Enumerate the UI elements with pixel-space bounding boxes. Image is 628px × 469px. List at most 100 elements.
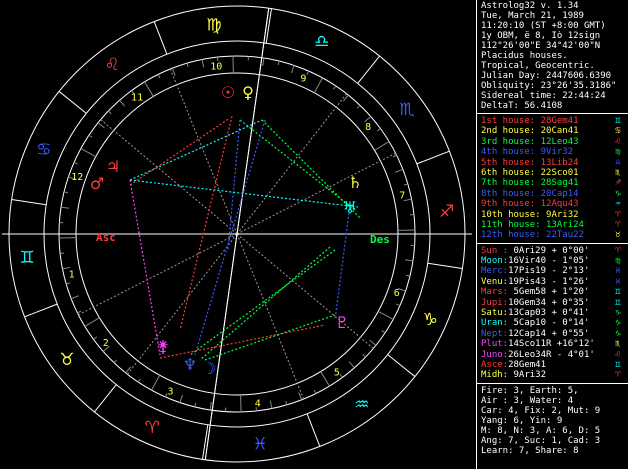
- planet-label: Nept:: [481, 328, 509, 339]
- sign-boundary: [427, 262, 463, 269]
- house-label: 6th house:: [481, 167, 536, 178]
- divider: [477, 242, 628, 244]
- sun-glyph: ☉: [221, 83, 235, 102]
- house-sign-icon: ♒: [615, 199, 621, 210]
- house-number: 3: [168, 386, 174, 397]
- aspect-line: [159, 324, 326, 359]
- degree-tick: [348, 361, 355, 369]
- house-number: 10: [210, 61, 222, 72]
- house-label: 1st house:: [481, 116, 536, 126]
- degree-tick: [262, 57, 265, 67]
- planet-sign-icon: ♍: [615, 256, 621, 267]
- house-cusp-value: 13Ari24: [546, 219, 584, 230]
- aspect-line: [239, 119, 356, 211]
- degree-tick: [342, 94, 349, 102]
- degree-tick: [97, 122, 105, 129]
- house-number: 4: [255, 399, 261, 410]
- planet-position: 16Vir40: [508, 256, 547, 267]
- degree-tick: [80, 148, 97, 158]
- uranus-glyph: ♅: [343, 198, 357, 217]
- degree-tick: [151, 374, 161, 391]
- sign-boundary: [202, 424, 209, 460]
- planet-row: Jupi:10Gem34 + 0°35' ♊: [481, 298, 628, 308]
- degree-tick: [362, 353, 367, 358]
- planet-latitude: - 4°01': [551, 349, 595, 360]
- planet-label: Satu:: [481, 308, 509, 319]
- zodiac-sign-icon: ♓: [253, 435, 268, 455]
- degree-tick: [381, 330, 386, 334]
- planet-position: 0Ari29: [508, 245, 547, 256]
- house-cusp-value: 22Sco01: [540, 167, 579, 178]
- house-sign-icon: ♌: [615, 136, 621, 147]
- house-row: 5th house: 13Lib24 ♎: [481, 158, 628, 168]
- house-list: 1st house: 28Gem41 ♊ 2nd house: 20Can41 ♋ 3r…: [481, 116, 628, 241]
- planet-label: Jupi:: [481, 297, 509, 308]
- planet-row: Juno:26Leo34R - 4°01' ♌: [481, 350, 628, 360]
- house-row: 1st house: 28Gem41 ♊: [481, 116, 628, 126]
- header-line: 1y ÖBM, ë 8, Iò 12sign: [481, 31, 601, 41]
- planet-sign-icon: ♏: [615, 339, 621, 350]
- degree-tick: [356, 104, 361, 109]
- header-line: Tue, March 21, 1989: [481, 11, 584, 21]
- planet-sign-icon: ♊: [615, 297, 621, 308]
- degree-tick: [84, 317, 100, 327]
- aspect-lines: [129, 115, 361, 361]
- degree-tick: [403, 183, 408, 186]
- house-row: 11th house: 13Ari24 ♈: [481, 220, 628, 230]
- zodiac-sign-icon: ♍: [206, 15, 221, 35]
- zodiac-sign-icon: ♌: [104, 55, 119, 75]
- planet-position: 13Cap03: [508, 308, 547, 319]
- degree-tick: [77, 310, 82, 314]
- sign-boundary: [11, 199, 47, 206]
- house-cusp-value: 28Gem41: [540, 116, 579, 126]
- house-number: 8: [365, 122, 371, 133]
- summary-line: Ang: 7, Suc: 1, Cad: 3: [481, 435, 601, 446]
- house-row: 7th house: 28Sag41 ♐: [481, 178, 628, 188]
- degree-tick: [395, 168, 404, 173]
- house-cusp-value: 20Can41: [540, 126, 579, 137]
- house-cusp-value: 9Vir32: [540, 147, 574, 158]
- house-row: 9th house: 12Aqu43 ♒: [481, 199, 628, 209]
- degree-tick: [374, 141, 390, 151]
- saturn-glyph: ♄: [348, 173, 362, 192]
- house-sign-icon: ♐: [615, 178, 621, 189]
- house-sign-icon: ♈: [615, 219, 621, 230]
- planet-sign-icon: ♈: [615, 370, 621, 381]
- house-sign-icon: ♍: [615, 147, 621, 158]
- degree-tick: [88, 134, 93, 138]
- house-cusp-value: 9Ari32: [546, 209, 579, 220]
- degree-tick: [73, 161, 78, 165]
- house-number: 9: [300, 74, 306, 85]
- planet-latitude: - 0°14': [546, 318, 590, 329]
- degree-tick: [396, 303, 401, 307]
- degree-tick: [285, 400, 288, 405]
- house-row: 3rd house: 12Leo43 ♌: [481, 137, 628, 147]
- planet-position: 5Gem58: [508, 287, 547, 298]
- zodiac-sign-icon: ♐: [439, 202, 454, 222]
- house-number: 5: [334, 368, 340, 379]
- house-cusp-value: 22Tau22: [546, 230, 584, 241]
- aspect-line: [334, 204, 351, 321]
- planet-row: Sun : 0Ari29 + 0°00' ♈: [481, 246, 628, 256]
- house-sign-icon: ♈: [615, 209, 621, 220]
- degree-tick: [60, 206, 70, 209]
- planet-position: 28Gem41: [508, 359, 547, 370]
- house-cusp-value: 12Aqu43: [540, 199, 579, 210]
- sign-boundary: [357, 55, 380, 84]
- house-sign-icon: ♋: [615, 126, 621, 137]
- descendant-label: Des: [370, 233, 390, 246]
- house-sign-icon: ♊: [615, 116, 621, 126]
- header-line: Tropical, Geocentric.: [481, 61, 595, 71]
- planet-position: 14Sco11R: [508, 339, 552, 350]
- divider: [477, 113, 628, 114]
- planet-position: 26Leo34R: [508, 349, 552, 360]
- planet-sign-icon: ♑: [615, 328, 621, 339]
- degree-tick: [313, 77, 323, 94]
- sign-boundary: [94, 384, 117, 413]
- house-label: 11th house:: [481, 219, 541, 230]
- header-line: 11:20:10 (ST +8:00 GMT): [481, 21, 606, 31]
- planet-latitude: + 0°35': [546, 297, 590, 308]
- zodiac-sign-icon: ♎: [314, 32, 329, 52]
- planet-sign-icon: ♓: [615, 276, 621, 287]
- zodiac-sign-icon: ♋: [36, 140, 51, 160]
